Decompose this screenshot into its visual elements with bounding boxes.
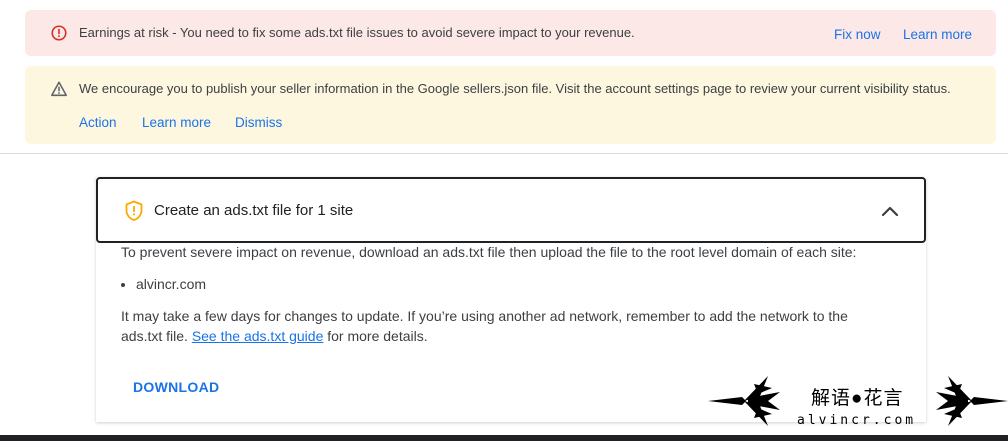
error-banner-message: Earnings at risk - You need to fix some … (79, 25, 635, 40)
warning-banner-message: We encourage you to publish your seller … (79, 81, 951, 96)
bottom-bar (0, 435, 1008, 441)
bullet-dot (121, 283, 125, 287)
fix-now-link[interactable]: Fix now (834, 27, 881, 42)
section-divider (0, 153, 1008, 154)
download-button[interactable]: DOWNLOAD (133, 379, 219, 395)
site-list-item: alvincr.com (136, 276, 207, 292)
chevron-up-icon[interactable] (880, 201, 900, 221)
watermark: 解语●花言 alvincr.com (708, 372, 1008, 432)
card-title: Create an ads.txt file for 1 site (154, 202, 354, 219)
card-note-line1: It may take a few days for changes to up… (121, 308, 848, 324)
error-learn-more-link[interactable]: Learn more (903, 27, 972, 42)
note-prefix: ads.txt file. (121, 328, 192, 344)
error-circle-icon (51, 25, 67, 41)
tribal-ornament-left-icon (708, 376, 780, 426)
ads-txt-guide-link[interactable]: See the ads.txt guide (192, 328, 324, 344)
warning-banner: We encourage you to publish your seller … (25, 66, 996, 144)
note-suffix: for more details. (323, 328, 428, 344)
watermark-en: alvincr.com (797, 413, 917, 428)
ads-txt-card-header[interactable]: Create an ads.txt file for 1 site (96, 177, 926, 243)
warning-learn-more-link[interactable]: Learn more (142, 115, 211, 130)
action-link[interactable]: Action (79, 115, 117, 130)
watermark-cn: 解语●花言 (811, 388, 904, 409)
card-intro-text: To prevent severe impact on revenue, dow… (121, 244, 857, 260)
dismiss-link[interactable]: Dismiss (235, 115, 282, 130)
error-banner: Earnings at risk - You need to fix some … (25, 10, 996, 56)
card-note-line2: ads.txt file. See the ads.txt guide for … (121, 328, 428, 344)
shield-warning-icon (125, 200, 143, 221)
warning-triangle-icon (51, 81, 67, 97)
tribal-ornament-right-icon (936, 376, 1008, 426)
